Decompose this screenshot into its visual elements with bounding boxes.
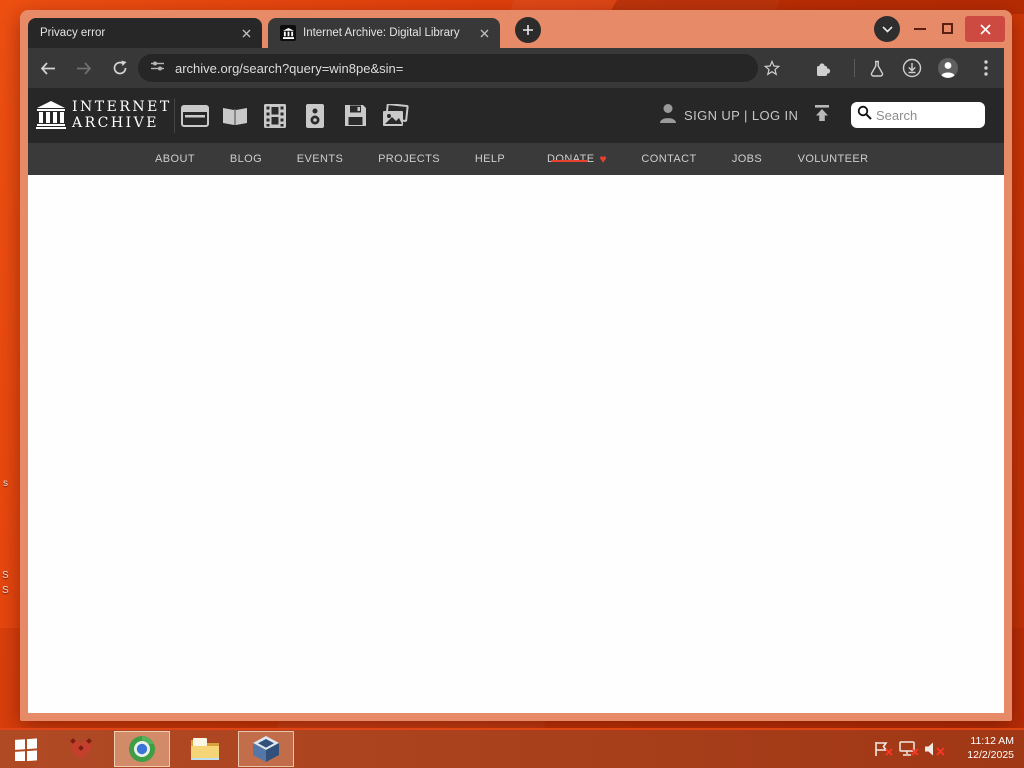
person-icon — [658, 102, 678, 129]
network-status-icon[interactable] — [896, 738, 919, 760]
labs-flask-icon[interactable] — [865, 56, 889, 80]
archive-brand[interactable]: INTERNET ARCHIVE — [72, 99, 172, 131]
internet-archive-logo-icon[interactable] — [36, 101, 66, 134]
volume-muted-icon[interactable] — [922, 738, 945, 760]
donate-underline — [551, 160, 588, 162]
action-center-flag-icon[interactable] — [870, 738, 893, 760]
address-bar[interactable]: archive.org/search?query=win8pe&sin= — [138, 54, 758, 82]
brand-line2: ARCHIVE — [72, 115, 159, 131]
archive-search-box[interactable] — [851, 102, 985, 128]
page-content-blank — [28, 175, 1004, 713]
desktop-icon-label-fragment: S — [2, 570, 9, 581]
taskbar-file-explorer-button[interactable] — [182, 730, 228, 768]
reload-button[interactable] — [108, 56, 132, 80]
taskbar-virtualbox-button[interactable] — [238, 731, 294, 767]
nav-volunteer[interactable]: VOLUNTEER — [798, 153, 869, 165]
start-button[interactable] — [8, 730, 44, 768]
tab-title: Internet Archive: Digital Library — [303, 27, 460, 39]
audio-icon[interactable] — [295, 88, 335, 143]
heart-icon: ♥ — [599, 152, 607, 166]
browser-menu-icon[interactable] — [974, 56, 998, 80]
back-button[interactable] — [36, 56, 60, 80]
nav-contact[interactable]: CONTACT — [641, 153, 696, 165]
tab-title: Privacy error — [40, 27, 106, 39]
tab-search-button[interactable] — [874, 16, 900, 42]
archive-nav-bar: ABOUT BLOG EVENTS PROJECTS HELP DONATE ♥… — [28, 143, 1004, 175]
taskbar-app-red-icon[interactable] — [60, 730, 102, 768]
new-tab-button[interactable] — [515, 17, 541, 43]
nav-events[interactable]: EVENTS — [297, 153, 343, 165]
taskbar-chrome-button[interactable] — [114, 731, 170, 767]
profile-avatar-icon[interactable] — [936, 56, 960, 80]
toolbar-separator — [854, 59, 855, 77]
brand-line1: INTERNET — [72, 99, 172, 115]
nav-help[interactable]: HELP — [475, 153, 505, 165]
nav-blog[interactable]: BLOG — [230, 153, 262, 165]
web-icon[interactable] — [175, 88, 215, 143]
video-icon[interactable] — [255, 88, 295, 143]
browser-toolbar: archive.org/search?query=win8pe&sin= — [28, 48, 1004, 88]
account-area: SIGN UP | LOG IN — [658, 88, 832, 143]
extensions-puzzle-icon[interactable] — [810, 56, 834, 80]
system-tray: 11:12 AM 12/2/2025 — [870, 730, 1024, 768]
maximize-button[interactable] — [942, 23, 953, 34]
upload-icon[interactable] — [812, 103, 832, 128]
desktop-icon-label-fragment: S — [2, 585, 9, 596]
minimize-button[interactable] — [914, 28, 926, 30]
internet-archive-favicon-icon — [280, 25, 296, 41]
browser-tab-strip: Privacy error Internet Archive: Digital … — [20, 10, 1012, 48]
forward-button[interactable] — [72, 56, 96, 80]
nav-donate-label: DONATE — [547, 153, 595, 165]
media-type-row — [175, 88, 415, 143]
downloads-icon[interactable] — [900, 56, 924, 80]
clock-time: 11:12 AM — [970, 735, 1014, 748]
nav-donate[interactable]: DONATE ♥ — [547, 153, 607, 165]
nav-jobs[interactable]: JOBS — [732, 153, 762, 165]
images-icon[interactable] — [375, 88, 415, 143]
bookmark-star-icon[interactable] — [760, 56, 784, 80]
clock-date: 12/2/2025 — [967, 749, 1014, 761]
texts-icon[interactable] — [215, 88, 255, 143]
archive-header: INTERNET ARCHIVE SIGN UP | LOG IN Search — [28, 88, 1004, 143]
search-icon — [857, 105, 872, 125]
site-info-icon[interactable] — [150, 59, 165, 78]
tab-internet-archive[interactable]: Internet Archive: Digital Library — [268, 18, 500, 48]
close-window-button[interactable] — [965, 16, 1005, 42]
archive-page: INTERNET ARCHIVE SIGN UP | LOG IN Search… — [28, 88, 1004, 713]
signup-login-link[interactable]: SIGN UP | LOG IN — [684, 108, 798, 123]
software-icon[interactable] — [335, 88, 375, 143]
desktop-icon-label-fragment: s — [3, 478, 8, 489]
browser-window: Privacy error Internet Archive: Digital … — [20, 10, 1012, 721]
taskbar-clock[interactable]: 11:12 AM 12/2/2025 — [956, 735, 1014, 762]
tab-close-icon[interactable] — [238, 25, 254, 41]
tab-close-icon[interactable] — [476, 25, 492, 41]
nav-projects[interactable]: PROJECTS — [378, 153, 440, 165]
tab-privacy-error[interactable]: Privacy error — [28, 18, 262, 48]
windows-taskbar: 11:12 AM 12/2/2025 — [0, 728, 1024, 768]
url-text: archive.org/search?query=win8pe&sin= — [175, 60, 404, 76]
nav-about[interactable]: ABOUT — [155, 153, 195, 165]
archive-search-input[interactable] — [876, 107, 979, 123]
